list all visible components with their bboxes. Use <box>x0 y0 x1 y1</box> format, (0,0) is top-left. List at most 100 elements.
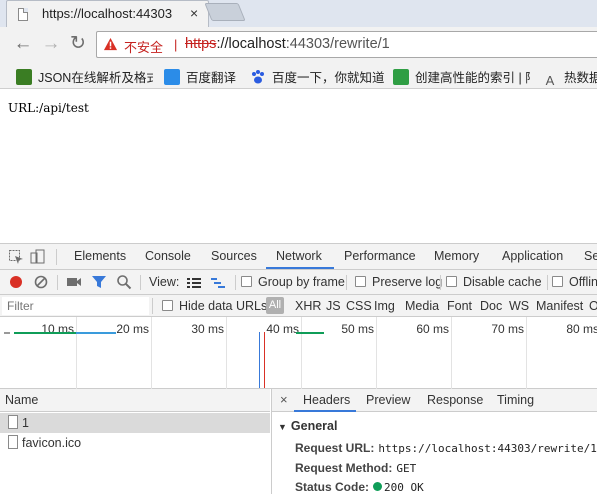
timeline-tick: 80 ms <box>566 322 597 336</box>
close-tab-icon[interactable]: × <box>190 5 198 21</box>
filter-other[interactable]: O <box>589 299 597 313</box>
divider <box>56 249 57 265</box>
filter-js[interactable]: JS <box>326 299 341 313</box>
checkbox-label: Offlin <box>569 275 597 289</box>
filter-font[interactable]: Font <box>447 299 472 313</box>
timeline-gridline <box>451 317 452 389</box>
back-arrow-icon[interactable]: ← <box>12 33 34 55</box>
timeline-gridline <box>226 317 227 389</box>
tab-application[interactable]: Application <box>502 249 563 263</box>
tab-strip: https://localhost:44303 × <box>0 0 597 27</box>
timeline-tick: 30 ms <box>191 322 224 336</box>
details-tabbar: × Headers Preview Response Timing <box>272 389 597 412</box>
forward-arrow-icon[interactable]: → <box>40 33 62 55</box>
active-tab-indicator <box>266 267 334 269</box>
filter-css[interactable]: CSS <box>346 299 372 313</box>
screenshot-camera-icon[interactable] <box>66 274 82 290</box>
tab-response[interactable]: Response <box>427 393 483 407</box>
tab-memory[interactable]: Memory <box>434 249 479 263</box>
browser-tab[interactable]: https://localhost:44303 × <box>6 0 209 27</box>
checkbox-label: Hide data URLs <box>179 299 268 313</box>
expand-triangle-icon: ▼ <box>278 422 287 432</box>
checkbox-box[interactable] <box>355 276 366 287</box>
request-row[interactable]: favicon.ico <box>0 433 270 453</box>
filter-media[interactable]: Media <box>405 299 439 313</box>
field-key: Request URL: <box>295 441 375 455</box>
divider <box>346 275 347 290</box>
filter-xhr[interactable]: XHR <box>295 299 321 313</box>
general-section-toggle[interactable]: ▼ General <box>278 419 337 433</box>
bookmark-hot-data[interactable]: A 热数据 <box>542 67 597 85</box>
request-row[interactable]: 1 <box>0 413 270 433</box>
timeline-tick: 70 ms <box>491 322 524 336</box>
tab-security[interactable]: Se <box>584 249 597 263</box>
filter-img[interactable]: Img <box>374 299 395 313</box>
tab-headers[interactable]: Headers <box>303 393 350 407</box>
timeline-tick: 60 ms <box>416 322 449 336</box>
network-filter-bar: Hide data URLs All XHR JS CSS Img Media … <box>0 295 597 317</box>
tab-console[interactable]: Console <box>145 249 191 263</box>
list-view-icon[interactable] <box>186 275 202 291</box>
json-icon <box>16 69 32 85</box>
tab-preview[interactable]: Preview <box>366 393 410 407</box>
field-key: Status Code: <box>295 480 370 494</box>
translate-icon <box>164 69 180 85</box>
filter-input[interactable] <box>2 297 149 315</box>
search-icon[interactable] <box>116 274 132 290</box>
page-content-text: URL:/api/test <box>8 101 89 115</box>
name-column-label: Name <box>5 393 39 407</box>
device-toolbar-icon[interactable] <box>30 249 46 265</box>
tab-timing[interactable]: Timing <box>497 393 534 407</box>
timeline-request-bar <box>76 332 116 334</box>
preserve-log-checkbox[interactable]: Preserve log <box>355 275 442 289</box>
checkbox-box[interactable] <box>162 300 173 311</box>
bookmark-json[interactable]: JSON在线解析及格式 <box>16 67 153 85</box>
close-icon[interactable]: × <box>280 392 288 407</box>
checkbox-box[interactable] <box>241 276 252 287</box>
field-value: 200 OK <box>384 481 424 494</box>
tab-elements[interactable]: Elements <box>74 249 126 263</box>
clear-icon[interactable] <box>33 274 49 290</box>
document-icon <box>8 435 18 449</box>
requests-column-header[interactable]: Name <box>0 389 270 412</box>
page-icon <box>18 8 28 21</box>
timeline-overview[interactable]: 10 ms 20 ms 30 ms 40 ms 50 ms 60 ms 70 m… <box>0 317 597 389</box>
bookmark-label: JSON在线解析及格式 <box>38 71 153 85</box>
checkbox-box[interactable] <box>552 276 563 287</box>
url-text[interactable]: https://localhost:44303/rewrite/1 <box>185 36 390 52</box>
inspect-element-icon[interactable] <box>8 249 24 265</box>
filter-doc[interactable]: Doc <box>480 299 502 313</box>
tab-performance[interactable]: Performance <box>344 249 416 263</box>
field-key: Request Method: <box>295 461 393 475</box>
url-path: :44303/rewrite/1 <box>285 36 390 52</box>
reload-icon[interactable]: ↻ <box>67 33 89 55</box>
address-bar[interactable]: 不安全 | https://localhost:44303/rewrite/1 <box>96 31 597 58</box>
tab-network[interactable]: Network <box>276 249 322 263</box>
hide-data-urls-checkbox[interactable]: Hide data URLs <box>162 299 267 313</box>
group-by-frame-checkbox[interactable]: Group by frame <box>241 275 345 289</box>
bookmark-index-article[interactable]: 创建高性能的索引 | 阿 <box>393 67 530 85</box>
timeline-gridline <box>301 317 302 389</box>
document-icon <box>8 415 18 429</box>
tab-sources[interactable]: Sources <box>211 249 257 263</box>
bookmark-baidu[interactable]: 百度一下，你就知道 <box>250 67 385 85</box>
timeline-gridline <box>151 317 152 389</box>
waterfall-view-icon[interactable] <box>210 275 226 291</box>
record-icon[interactable] <box>8 274 24 290</box>
page-viewport: URL:/api/test <box>0 90 597 243</box>
not-secure-label[interactable]: 不安全 <box>124 37 163 56</box>
divider <box>57 275 58 290</box>
devtools-tabbar: Elements Console Sources Network Perform… <box>0 244 597 270</box>
disable-cache-checkbox[interactable]: Disable cache <box>446 275 542 289</box>
filter-all-button[interactable]: All <box>266 297 284 314</box>
filter-ws[interactable]: WS <box>509 299 529 313</box>
checkbox-box[interactable] <box>446 276 457 287</box>
bookmark-label: 创建高性能的索引 | 阿 <box>415 71 530 85</box>
offline-checkbox[interactable]: Offlin <box>552 275 597 289</box>
filter-funnel-icon[interactable] <box>91 274 107 290</box>
filter-manifest[interactable]: Manifest <box>536 299 583 313</box>
bookmark-baidu-translate[interactable]: 百度翻译 <box>164 67 244 85</box>
warning-triangle-icon[interactable] <box>103 37 118 52</box>
new-tab-button[interactable] <box>204 3 246 21</box>
request-name: favicon.ico <box>22 436 82 450</box>
